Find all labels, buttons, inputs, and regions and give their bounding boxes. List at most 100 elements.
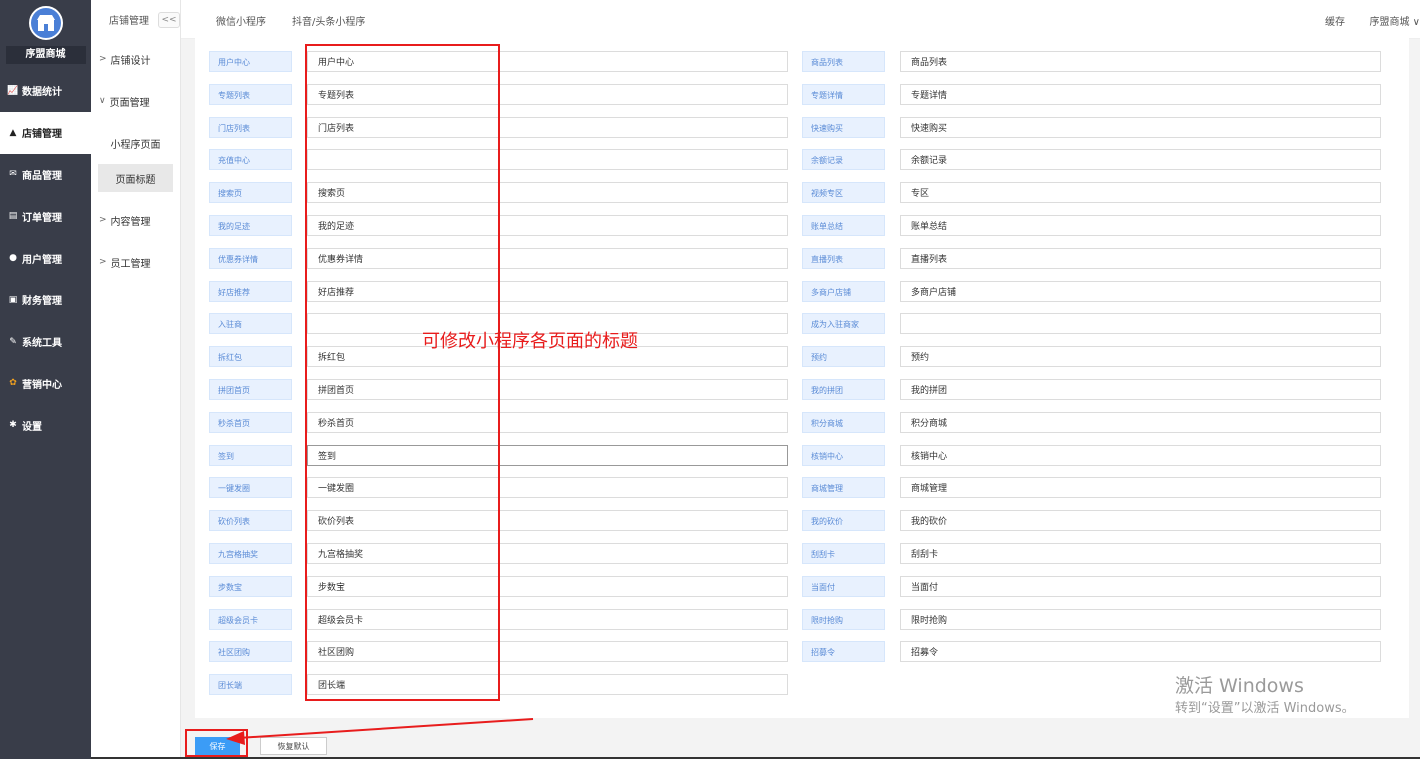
- sidebar-item-6[interactable]: ✎ 系统工具: [0, 321, 91, 363]
- sidebar-item-label: 营销中心: [22, 379, 62, 391]
- field-label: 九宫格抽奖: [209, 543, 292, 564]
- cache-button[interactable]: 缓存: [1325, 13, 1345, 28]
- title-input[interactable]: [307, 412, 788, 433]
- chevron-right-icon: >: [99, 257, 107, 267]
- sidebar-item-3[interactable]: ▤ 订单管理: [0, 195, 91, 237]
- title-input[interactable]: [900, 51, 1381, 72]
- sidebar-item-label: 订单管理: [22, 212, 62, 224]
- chevron-right-icon: >: [99, 54, 107, 64]
- title-input[interactable]: [900, 215, 1381, 236]
- sidebar-item-0[interactable]: 📈 数据统计: [0, 70, 91, 112]
- submenu-group-content-management[interactable]: > 内容管理: [91, 199, 180, 241]
- field-label: 余额记录: [802, 149, 885, 170]
- chevron-right-icon: >: [99, 215, 107, 225]
- title-input[interactable]: [900, 609, 1381, 630]
- user-name: 序盟商城: [1369, 17, 1410, 28]
- title-input[interactable]: [900, 641, 1381, 662]
- sidebar-item-1[interactable]: ▲ 店铺管理: [0, 111, 91, 154]
- submenu-group-page-management[interactable]: ∨ 页面管理: [91, 80, 180, 122]
- title-input[interactable]: [307, 674, 788, 695]
- submenu-item-label: 小程序页面: [110, 139, 161, 151]
- field-label: 门店列表: [209, 117, 292, 138]
- palette-icon: ✿: [9, 378, 17, 389]
- title-input[interactable]: [900, 346, 1381, 367]
- title-input[interactable]: [900, 281, 1381, 302]
- brand-area: 序盟商城: [0, 0, 91, 70]
- title-input[interactable]: [307, 215, 788, 236]
- field-label: 一键发圈: [209, 477, 292, 498]
- title-input[interactable]: [307, 477, 788, 498]
- title-input[interactable]: [900, 543, 1381, 564]
- user-icon: ●: [9, 253, 17, 264]
- submenu-group-staff-management[interactable]: > 员工管理: [91, 241, 180, 283]
- submenu-item-page-titles[interactable]: 页面标题: [98, 164, 173, 192]
- submenu-item-label: 页面标题: [115, 174, 156, 186]
- sidebar-item-8[interactable]: ✱ 设置: [0, 404, 91, 446]
- title-input[interactable]: [307, 510, 788, 531]
- field-label: 预约: [802, 346, 885, 367]
- windows-activation-hint: 转到“设置”以激活 Windows。: [1175, 701, 1355, 716]
- field-label: 核销中心: [802, 445, 885, 466]
- field-label: 视频专区: [802, 182, 885, 203]
- submenu-group-label: 店铺设计: [110, 55, 151, 67]
- tab-douyin-mini-program[interactable]: 抖音/头条小程序: [292, 13, 365, 28]
- title-input[interactable]: [307, 641, 788, 662]
- sidebar-item-label: 店铺管理: [22, 129, 62, 141]
- field-label: 限时抢购: [802, 609, 885, 630]
- gear-icon: ✱: [9, 420, 17, 431]
- collapse-button[interactable]: <<: [158, 12, 180, 28]
- field-label: 商品列表: [802, 51, 885, 72]
- field-label: 直播列表: [802, 248, 885, 269]
- title-input[interactable]: [900, 379, 1381, 400]
- title-input[interactable]: [307, 379, 788, 400]
- wallet-icon: ▣: [8, 294, 18, 305]
- title-input[interactable]: [307, 576, 788, 597]
- field-label: 社区团购: [209, 641, 292, 662]
- title-input[interactable]: [900, 84, 1381, 105]
- title-input[interactable]: [900, 149, 1381, 170]
- title-input[interactable]: [900, 117, 1381, 138]
- chevron-down-icon: ∨: [99, 96, 106, 106]
- field-label: 秒杀首页: [209, 412, 292, 433]
- title-input[interactable]: [307, 182, 788, 203]
- submenu-header: 店铺管理 <<: [91, 0, 180, 38]
- title-input[interactable]: [900, 477, 1381, 498]
- title-input[interactable]: [307, 149, 788, 170]
- title-input[interactable]: [900, 313, 1381, 334]
- sidebar-item-5[interactable]: ▣ 财务管理: [0, 279, 91, 321]
- reset-default-button[interactable]: 恢复默认: [260, 737, 327, 755]
- title-input[interactable]: [307, 248, 788, 269]
- field-label: 招募令: [802, 641, 885, 662]
- title-input[interactable]: [900, 182, 1381, 203]
- tab-wechat-mini-program[interactable]: 微信小程序: [216, 13, 266, 28]
- submenu-item-mini-program-pages[interactable]: 小程序页面: [98, 129, 173, 157]
- field-label: 拆红包: [209, 346, 292, 367]
- title-input[interactable]: [307, 543, 788, 564]
- store-logo-icon[interactable]: [28, 6, 63, 40]
- field-label: 团长端: [209, 674, 292, 695]
- title-input[interactable]: [900, 412, 1381, 433]
- sidebar-item-4[interactable]: ● 用户管理: [0, 237, 91, 279]
- title-input[interactable]: [307, 281, 788, 302]
- save-button[interactable]: 保存: [195, 737, 240, 755]
- title-input[interactable]: [307, 117, 788, 138]
- field-label: 专题列表: [209, 84, 292, 105]
- title-input[interactable]: [900, 576, 1381, 597]
- submenu-title: 店铺管理: [109, 15, 149, 27]
- sidebar-item-7[interactable]: ✿ 营销中心: [0, 363, 91, 405]
- user-menu[interactable]: 序盟商城 ∨: [1370, 13, 1420, 28]
- submenu-group-store-design[interactable]: > 店铺设计: [91, 38, 180, 80]
- sidebar-item-2[interactable]: ✉ 商品管理: [0, 154, 91, 196]
- title-input[interactable]: [307, 445, 788, 466]
- field-label: 超级会员卡: [209, 609, 292, 630]
- title-input[interactable]: [900, 445, 1381, 466]
- title-input[interactable]: [307, 84, 788, 105]
- title-input[interactable]: [900, 248, 1381, 269]
- submenu-group-label: 内容管理: [110, 216, 151, 228]
- title-input[interactable]: [307, 51, 788, 72]
- title-input[interactable]: [900, 510, 1381, 531]
- title-input[interactable]: [307, 609, 788, 630]
- field-label: 入驻商: [209, 313, 292, 334]
- field-label: 砍价列表: [209, 510, 292, 531]
- field-label: 当面付: [802, 576, 885, 597]
